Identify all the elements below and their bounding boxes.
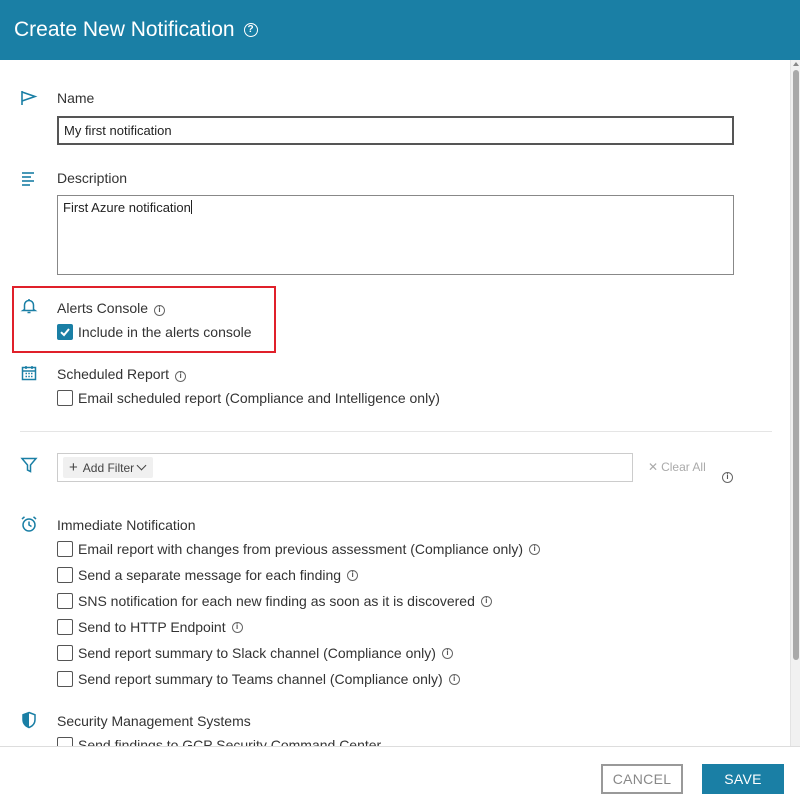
calendar-icon <box>20 364 38 382</box>
checkbox-unchecked[interactable] <box>57 541 73 557</box>
checkbox-unchecked[interactable] <box>57 567 73 583</box>
immediate-notification-label: Immediate Notification <box>57 517 196 533</box>
include-alerts-console-checkbox[interactable]: Include in the alerts console <box>57 324 252 340</box>
align-left-icon <box>20 170 38 188</box>
add-filter-button[interactable]: + Add Filter <box>63 457 154 478</box>
info-icon[interactable]: i <box>529 543 541 555</box>
alarm-clock-icon <box>20 515 38 533</box>
checkbox-label: Email scheduled report (Compliance and I… <box>78 390 440 406</box>
filter-bar[interactable]: + Add Filter <box>57 453 633 482</box>
info-icon[interactable]: i <box>231 621 243 633</box>
description-label: Description <box>57 170 128 186</box>
gcp-security-command-center-checkbox[interactable]: Send findings to GCP Security Command Ce… <box>57 737 381 746</box>
description-textarea[interactable]: First Azure notification <box>57 195 734 275</box>
info-icon[interactable]: i <box>722 467 733 485</box>
dialog-body[interactable]: Name My first notification Description F… <box>0 60 790 746</box>
info-icon[interactable]: i <box>175 370 187 382</box>
http-endpoint-checkbox[interactable]: Send to HTTP Endpoint i <box>57 619 243 635</box>
info-icon[interactable]: i <box>347 569 359 581</box>
chevron-down-icon <box>136 460 147 471</box>
email-report-changes-checkbox[interactable]: Email report with changes from previous … <box>57 541 541 557</box>
info-icon[interactable]: i <box>154 304 166 316</box>
checkbox-label: Email report with changes from previous … <box>78 541 524 557</box>
highlight-box <box>12 286 276 353</box>
section-divider <box>20 431 772 432</box>
save-button[interactable]: SAVE <box>702 764 784 794</box>
dialog-title: Create New Notification <box>14 18 235 41</box>
flag-icon <box>20 89 38 107</box>
checkbox-label: Include in the alerts console <box>78 324 252 340</box>
name-input[interactable]: My first notification <box>57 116 734 145</box>
scroll-up-arrow-icon[interactable] <box>793 62 799 66</box>
checkbox-label: Send report summary to Teams channel (Co… <box>78 671 443 687</box>
slack-channel-checkbox[interactable]: Send report summary to Slack channel (Co… <box>57 645 453 661</box>
checkbox-unchecked[interactable] <box>57 737 73 746</box>
filter-icon <box>20 456 38 474</box>
checkbox-label: Send report summary to Slack channel (Co… <box>78 645 436 661</box>
info-icon[interactable]: i <box>480 595 492 607</box>
checkbox-unchecked[interactable] <box>57 593 73 609</box>
security-management-label: Security Management Systems <box>57 713 251 729</box>
checkbox-checked[interactable] <box>57 324 73 340</box>
sns-notification-checkbox[interactable]: SNS notification for each new finding as… <box>57 593 492 609</box>
checkbox-unchecked[interactable] <box>57 619 73 635</box>
checkbox-label: Send findings to GCP Security Command Ce… <box>78 737 382 746</box>
add-filter-label: Add Filter <box>82 460 135 475</box>
email-scheduled-report-checkbox[interactable]: Email scheduled report (Compliance and I… <box>57 390 440 406</box>
scheduled-report-label: Scheduled Report i <box>57 366 187 382</box>
dialog-header: Create New Notification ? <box>0 0 800 60</box>
checkbox-unchecked[interactable] <box>57 645 73 661</box>
dialog-footer: CANCEL SAVE <box>0 746 800 808</box>
description-value: First Azure notification <box>63 200 191 215</box>
info-icon[interactable]: i <box>441 647 453 659</box>
alerts-console-label: Alerts Console i <box>57 300 166 316</box>
checkbox-label: Send to HTTP Endpoint <box>78 619 226 635</box>
checkbox-unchecked[interactable] <box>57 671 73 687</box>
checkbox-label: SNS notification for each new finding as… <box>78 593 475 609</box>
bell-icon <box>20 297 38 315</box>
close-icon: ✕ <box>648 460 659 474</box>
shield-icon <box>20 711 38 729</box>
vertical-scrollbar[interactable] <box>790 60 800 746</box>
help-circle-icon[interactable]: ? <box>243 23 258 37</box>
info-icon[interactable]: i <box>448 673 460 685</box>
clear-all-button[interactable]: ✕ Clear All <box>648 460 706 474</box>
checkbox-label: Send a separate message for each finding <box>78 567 342 583</box>
cancel-button[interactable]: CANCEL <box>601 764 683 794</box>
separate-message-checkbox[interactable]: Send a separate message for each finding… <box>57 567 359 583</box>
name-label: Name <box>57 90 95 106</box>
checkbox-unchecked[interactable] <box>57 390 73 406</box>
plus-icon: + <box>69 459 78 476</box>
scrollbar-thumb[interactable] <box>793 70 799 660</box>
teams-channel-checkbox[interactable]: Send report summary to Teams channel (Co… <box>57 671 460 687</box>
